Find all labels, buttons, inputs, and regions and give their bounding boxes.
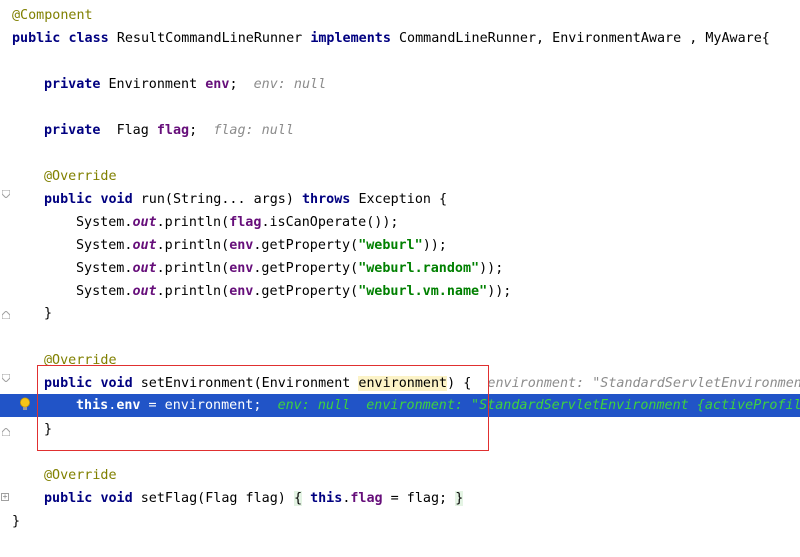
fold-marker-icon[interactable] [2, 190, 10, 198]
code-text: System. [76, 284, 133, 299]
type-name: Environment [108, 77, 198, 92]
field-name: env [116, 398, 141, 413]
current-execution-line[interactable]: this.env = environment; env: null enviro… [0, 394, 800, 417]
keyword: this [310, 491, 343, 506]
code-text: .println( [156, 215, 230, 230]
punct: ; [229, 77, 238, 92]
field-name: flag [156, 123, 190, 138]
inline-debug-hint: environment: "StandardServletEnvironment [487, 376, 800, 391]
keyword: void [100, 491, 133, 506]
annotation: @Override [44, 468, 117, 483]
code-text: .println( [156, 261, 230, 276]
fold-marker-icon[interactable] [2, 428, 10, 436]
method-signature: run(String... args) [140, 192, 294, 207]
code-line-9[interactable]: public void run(String... args) throws E… [44, 188, 447, 211]
inline-debug-value: env: null [277, 398, 351, 413]
code-text: )); [479, 261, 504, 276]
code-line-17[interactable]: public void setEnvironment(Environment e… [44, 372, 800, 395]
string-literal: "weburl" [358, 238, 423, 253]
class-name: ResultCommandLineRunner [116, 31, 303, 46]
code-text: .isCanOperate()); [261, 215, 399, 230]
code-text: .println( [156, 238, 230, 253]
inline-debug-value: environment: "StandardServletEnvironment… [366, 398, 800, 413]
type-name: Flag [116, 123, 149, 138]
interfaces: CommandLineRunner, EnvironmentAware , My… [399, 31, 770, 46]
code-text: .getProperty( [253, 238, 359, 253]
code-line-11[interactable]: System.out.println(env.getProperty("webu… [76, 234, 447, 257]
keyword: implements [310, 31, 391, 46]
static-field: out [132, 284, 157, 299]
keyword: this [76, 398, 109, 413]
method-signature: setEnvironment(Environment [140, 376, 359, 391]
code-line-12[interactable]: System.out.println(env.getProperty("webu… [76, 257, 503, 280]
code-line-21[interactable]: @Override [44, 464, 117, 487]
brace: { [293, 491, 302, 506]
code-text: .getProperty( [253, 284, 359, 299]
code-line-4[interactable]: private Environment env; env: null [44, 73, 326, 96]
code-line-8[interactable]: @Override [44, 165, 117, 188]
keyword: private [44, 123, 101, 138]
field-name: env [229, 238, 254, 253]
fold-expand-icon[interactable]: + [1, 493, 9, 501]
keyword: public [12, 31, 61, 46]
code-text: ) { [447, 376, 472, 391]
code-line-18[interactable]: this.env = environment; env: null enviro… [76, 394, 800, 417]
code-text: )); [422, 238, 447, 253]
code-text: System. [76, 238, 133, 253]
closing-brace: } [44, 422, 53, 437]
keyword: public [44, 376, 93, 391]
code-text: .getProperty( [253, 261, 359, 276]
code-line-19[interactable]: } [44, 418, 52, 441]
code-text: System. [76, 261, 133, 276]
code-line-10[interactable]: System.out.println(flag.isCanOperate()); [76, 211, 399, 234]
code-text: .println( [156, 284, 230, 299]
code-line-16[interactable]: @Override [44, 349, 117, 372]
keyword: class [68, 31, 109, 46]
keyword: void [100, 376, 133, 391]
keyword: throws [302, 192, 351, 207]
code-line-14[interactable]: } [44, 302, 52, 325]
string-literal: "weburl.random" [358, 261, 480, 276]
string-literal: "weburl.vm.name" [358, 284, 488, 299]
code-text: System. [76, 215, 133, 230]
inline-debug-hint: flag: null [213, 123, 294, 138]
code-line-1[interactable]: @Component [12, 4, 93, 27]
static-field: out [132, 261, 157, 276]
field-name: flag [229, 215, 262, 230]
keyword: private [44, 77, 101, 92]
annotation: @Component [12, 8, 93, 23]
method-signature: setFlag(Flag flag) [140, 491, 286, 506]
fold-marker-icon[interactable] [2, 374, 10, 382]
fold-marker-icon[interactable] [2, 311, 10, 319]
field-name: env [229, 261, 254, 276]
field-name: flag [350, 491, 383, 506]
punct: ; [189, 123, 198, 138]
code-line-13[interactable]: System.out.println(env.getProperty("webu… [76, 280, 511, 303]
code-text: )); [487, 284, 512, 299]
code-line-22[interactable]: public void setFlag(Flag flag) { this.fl… [44, 487, 464, 510]
keyword: public [44, 192, 93, 207]
code-line-6[interactable]: private Flag flag; flag: null [44, 119, 294, 142]
static-field: out [132, 238, 157, 253]
annotation: @Override [44, 169, 117, 184]
code-line-2[interactable]: public class ResultCommandLineRunner imp… [12, 27, 770, 50]
annotation: @Override [44, 353, 117, 368]
lightbulb-icon[interactable] [18, 397, 32, 411]
closing-brace: } [12, 514, 21, 529]
field-name: env [205, 77, 230, 92]
keyword: void [100, 192, 133, 207]
keyword: public [44, 491, 93, 506]
code-line-23[interactable]: } [12, 510, 20, 533]
static-field: out [132, 215, 157, 230]
brace: } [455, 491, 464, 506]
exception-type: Exception { [358, 192, 448, 207]
closing-brace: } [44, 306, 53, 321]
code-text: = flag; [382, 491, 448, 506]
field-name: env [229, 284, 254, 299]
highlighted-parameter: environment [358, 376, 448, 391]
editor-gutter[interactable] [0, 0, 10, 557]
inline-debug-hint: env: null [253, 77, 327, 92]
code-text: = environment; [140, 398, 262, 413]
